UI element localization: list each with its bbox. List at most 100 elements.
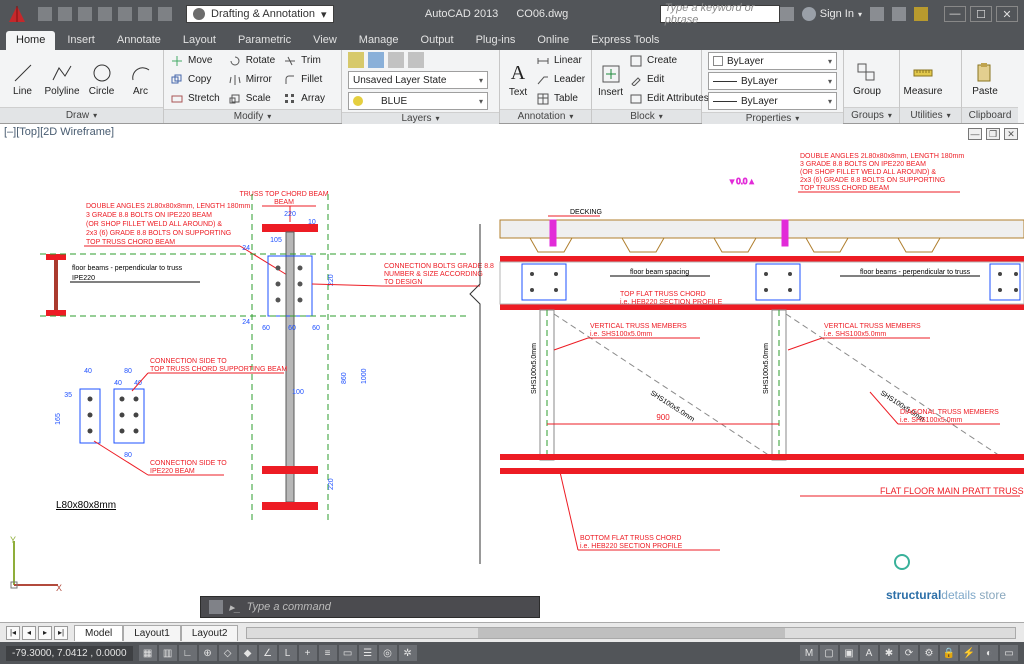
line-button[interactable]: Line xyxy=(6,61,39,97)
tab-manage[interactable]: Manage xyxy=(349,31,409,50)
tab-expresstools[interactable]: Express Tools xyxy=(581,31,669,50)
leader-button[interactable]: Leader xyxy=(536,71,585,88)
tab-output[interactable]: Output xyxy=(411,31,464,50)
polyline-button[interactable]: Polyline xyxy=(45,61,79,97)
layerlock-icon[interactable] xyxy=(388,52,404,68)
ducs-toggle[interactable]: L xyxy=(279,645,297,661)
tab-insert[interactable]: Insert xyxy=(57,31,105,50)
text-button[interactable]: AText xyxy=(506,62,530,98)
fillet-button[interactable]: Fillet xyxy=(283,71,325,88)
gridmode-toggle[interactable]: ▥ xyxy=(159,645,177,661)
polar-toggle[interactable]: ⊕ xyxy=(199,645,217,661)
chevron-down-icon[interactable]: ▾ xyxy=(436,114,440,123)
lineweight-combo[interactable]: ByLayer▾ xyxy=(708,72,837,90)
layeroff-icon[interactable] xyxy=(408,52,424,68)
close-icon[interactable] xyxy=(209,600,223,614)
qat-saveas-icon[interactable] xyxy=(98,7,112,21)
workspace-switch[interactable]: ⚙ xyxy=(920,645,938,661)
tab-layout[interactable]: Layout xyxy=(173,31,226,50)
chevron-down-icon[interactable]: ▾ xyxy=(267,112,271,121)
modelspace-toggle[interactable]: M xyxy=(800,645,818,661)
model-space[interactable]: DOUBLE ANGLES 2L80x80x8mm, LENGTH 180mm … xyxy=(0,124,1024,642)
qp-toggle[interactable]: ☰ xyxy=(359,645,377,661)
horizontal-scrollbar[interactable] xyxy=(246,627,1016,639)
tab-plugins[interactable]: Plug-ins xyxy=(466,31,526,50)
3dosnap-toggle[interactable]: ◆ xyxy=(239,645,257,661)
annoauto-toggle[interactable]: ⟳ xyxy=(900,645,918,661)
tab-next-icon[interactable]: ▸ xyxy=(38,626,52,640)
trim-button[interactable]: Trim xyxy=(283,52,325,69)
drawing-area[interactable]: [–][Top][2D Wireframe] — ❐ ✕ DOUBLE ANGL… xyxy=(0,124,1024,642)
doc-close-button[interactable]: ✕ xyxy=(1004,128,1018,140)
app-logo[interactable] xyxy=(4,1,30,27)
workspace-switcher[interactable]: Drafting & Annotation ▾ xyxy=(186,5,334,23)
chevron-down-icon[interactable]: ▾ xyxy=(659,112,663,121)
qat-plot-icon[interactable] xyxy=(118,7,132,21)
clean-screen[interactable]: ▭ xyxy=(1000,645,1018,661)
quickview-layouts[interactable]: ▢ xyxy=(820,645,838,661)
mirror-button[interactable]: Mirror xyxy=(228,71,275,88)
infocenter-icon[interactable] xyxy=(780,7,794,21)
stayconnected-icon[interactable] xyxy=(892,7,906,21)
scale-button[interactable]: Scale xyxy=(228,90,275,107)
tab-layout2[interactable]: Layout2 xyxy=(181,625,239,641)
tab-annotate[interactable]: Annotate xyxy=(107,31,171,50)
maximize-button[interactable]: ☐ xyxy=(970,6,992,22)
dyn-toggle[interactable]: + xyxy=(299,645,317,661)
doc-minimize-button[interactable]: — xyxy=(968,128,982,140)
tab-prev-icon[interactable]: ◂ xyxy=(22,626,36,640)
block-create-button[interactable]: Create xyxy=(629,52,709,69)
chevron-down-icon[interactable]: ▾ xyxy=(888,111,892,120)
viewport-controls[interactable]: [–][Top][2D Wireframe] xyxy=(4,126,114,138)
tab-first-icon[interactable]: |◂ xyxy=(6,626,20,640)
exchange-icon[interactable] xyxy=(870,7,884,21)
layerprops-icon[interactable] xyxy=(348,52,364,68)
measure-button[interactable]: Measure xyxy=(906,61,940,97)
linetype-combo[interactable]: ByLayer▾ xyxy=(708,92,837,110)
stretch-button[interactable]: Stretch xyxy=(170,90,220,107)
sign-in[interactable]: Sign In ▾ xyxy=(802,7,862,21)
doc-restore-button[interactable]: ❐ xyxy=(986,128,1000,140)
copy-button[interactable]: Copy xyxy=(170,71,220,88)
sc-toggle[interactable]: ◎ xyxy=(379,645,397,661)
tab-online[interactable]: Online xyxy=(527,31,579,50)
qat-open-icon[interactable] xyxy=(58,7,72,21)
quickview-drawings[interactable]: ▣ xyxy=(840,645,858,661)
help-icon[interactable] xyxy=(914,7,928,21)
array-button[interactable]: Array xyxy=(283,90,325,107)
otrack-toggle[interactable]: ∠ xyxy=(259,645,277,661)
arc-button[interactable]: Arc xyxy=(124,61,157,97)
annoscale-button[interactable]: A xyxy=(860,645,878,661)
annovis-toggle[interactable]: ✱ xyxy=(880,645,898,661)
close-button[interactable]: ✕ xyxy=(996,6,1018,22)
rotate-button[interactable]: Rotate xyxy=(228,52,275,69)
lock-ui[interactable]: 🔒 xyxy=(940,645,958,661)
insert-button[interactable]: Insert xyxy=(598,62,623,98)
qat-redo-icon[interactable] xyxy=(158,7,172,21)
tab-last-icon[interactable]: ▸| xyxy=(54,626,68,640)
move-button[interactable]: Move xyxy=(170,52,220,69)
layerstate-combo[interactable]: Unsaved Layer State▾ xyxy=(348,71,488,89)
snapmode-toggle[interactable]: ▦ xyxy=(139,645,157,661)
block-edit-button[interactable]: Edit xyxy=(629,71,709,88)
tab-model[interactable]: Model xyxy=(74,625,123,641)
command-line[interactable]: ▸_ Type a command xyxy=(200,596,540,618)
qat-new-icon[interactable] xyxy=(38,7,52,21)
orthomode-toggle[interactable]: ∟ xyxy=(179,645,197,661)
osnap-toggle[interactable]: ◇ xyxy=(219,645,237,661)
circle-button[interactable]: Circle xyxy=(85,61,118,97)
qat-save-icon[interactable] xyxy=(78,7,92,21)
color-combo[interactable]: ByLayer▾ xyxy=(708,52,837,70)
group-button[interactable]: Group xyxy=(850,61,884,97)
am-toggle[interactable]: ✲ xyxy=(399,645,417,661)
layerfreeze-icon[interactable] xyxy=(368,52,384,68)
tab-view[interactable]: View xyxy=(303,31,347,50)
hardware-accel[interactable]: ⚡ xyxy=(960,645,978,661)
chevron-down-icon[interactable]: ▾ xyxy=(569,112,573,121)
lwt-toggle[interactable]: ≡ xyxy=(319,645,337,661)
chevron-down-icon[interactable]: ▾ xyxy=(795,114,799,123)
layer-combo[interactable]: BLUE▾ xyxy=(348,92,488,110)
minimize-button[interactable]: — xyxy=(944,6,966,22)
linear-dim-button[interactable]: Linear xyxy=(536,52,585,69)
help-search[interactable]: Type a keyword or phrase xyxy=(660,5,780,23)
